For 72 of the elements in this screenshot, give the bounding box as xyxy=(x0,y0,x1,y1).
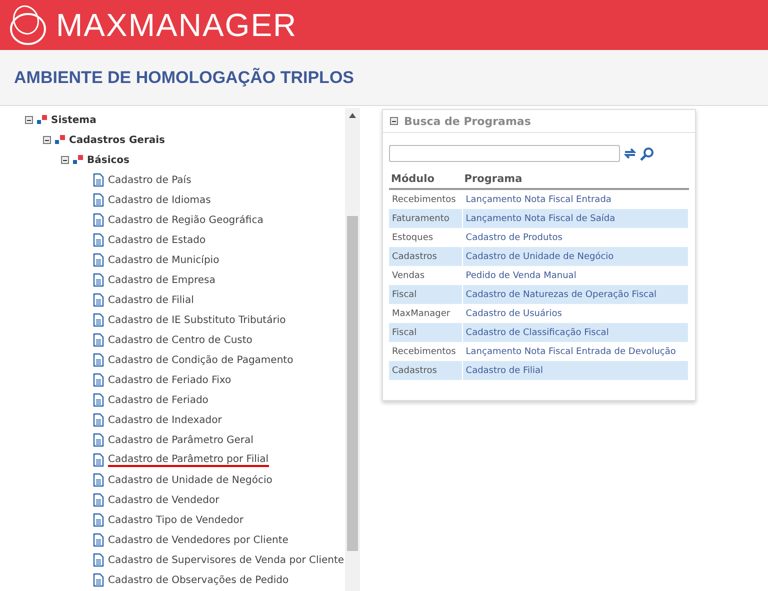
document-icon xyxy=(93,413,104,427)
document-icon xyxy=(93,253,104,267)
document-icon xyxy=(93,453,104,467)
tree-item-label[interactable]: Cadastro de Parâmetro Geral xyxy=(108,434,254,446)
document-icon xyxy=(93,573,104,587)
logo-text: MAXMANAGER xyxy=(56,9,298,41)
table-cell: Cadastros xyxy=(389,361,462,380)
tree-item-label[interactable]: Cadastro de Supervisores de Venda por Cliente xyxy=(108,554,344,566)
collapse-toggle[interactable] xyxy=(61,156,69,164)
table-cell: Cadastro de Naturezas de Operação Fiscal xyxy=(462,285,688,304)
column-header: Módulo xyxy=(389,170,462,189)
scroll-up-icon[interactable] xyxy=(349,113,356,118)
tree-item-label[interactable]: Cadastro de Região Geográfica xyxy=(108,214,264,226)
table-cell: Faturamento xyxy=(389,209,462,228)
tree-item-label[interactable]: Cadastro de Observações de Pedido xyxy=(108,574,289,586)
panel-title: Busca de Programas xyxy=(404,114,531,128)
tree-node-icon xyxy=(55,135,65,145)
tree-item-label[interactable]: Cadastro de Feriado Fixo xyxy=(108,374,232,386)
document-icon xyxy=(93,213,104,227)
document-icon xyxy=(93,433,104,447)
table-cell: Lançamento Nota Fiscal de Saída xyxy=(462,209,688,228)
tree-item-label[interactable]: Cadastro Tipo de Vendedor xyxy=(108,514,244,526)
table-cell: Cadastro de Filial xyxy=(462,361,688,380)
tree-item-label[interactable]: Cadastro de Vendedores por Cliente xyxy=(108,534,288,546)
search-icon[interactable] xyxy=(640,146,654,160)
document-icon xyxy=(93,513,104,527)
table-cell: Fiscal xyxy=(389,285,462,304)
document-icon xyxy=(93,313,104,327)
table-cell: Cadastro de Unidade de Negócio xyxy=(462,247,688,266)
document-icon xyxy=(93,493,104,507)
document-icon xyxy=(93,473,104,487)
tree-item-label[interactable]: Cadastro de Município xyxy=(108,254,220,266)
tree-item-label[interactable]: Cadastro de Indexador xyxy=(108,414,222,426)
document-icon xyxy=(93,273,104,287)
document-icon xyxy=(93,293,104,307)
table-cell: Fiscal xyxy=(389,323,462,342)
tree-item-label[interactable]: Cadastro de Empresa xyxy=(108,274,216,286)
tree-item-label[interactable]: Cadastro de Centro de Custo xyxy=(108,334,252,346)
document-icon xyxy=(93,393,104,407)
column-header: Programa xyxy=(462,170,688,189)
refresh-icon[interactable] xyxy=(624,147,636,160)
document-icon xyxy=(93,173,104,187)
document-icon xyxy=(93,553,104,567)
tree-folder-label[interactable]: Sistema xyxy=(51,114,96,126)
tree-item-label[interactable]: Cadastro de Condição de Pagamento xyxy=(108,354,294,366)
tree-item-label[interactable]: Cadastro de Feriado xyxy=(108,394,208,406)
document-icon xyxy=(93,233,104,247)
tree-item-label[interactable]: Cadastro de IE Substituto Tributário xyxy=(108,314,286,326)
tree-item-label[interactable]: Cadastro de Parâmetro por Filial xyxy=(108,454,269,466)
collapse-toggle[interactable] xyxy=(43,136,51,144)
tree-item-label[interactable]: Cadastro de Vendedor xyxy=(108,494,220,506)
tree-item-label[interactable]: Cadastro de Filial xyxy=(108,294,194,306)
table-cell: Cadastro de Classificação Fiscal xyxy=(462,323,688,342)
scrollbar[interactable] xyxy=(345,108,360,591)
tree-node-icon xyxy=(73,155,83,165)
document-icon xyxy=(93,333,104,347)
tree-node-icon xyxy=(37,115,47,125)
tree-item-label[interactable]: Cadastro de Estado xyxy=(108,234,206,246)
tree-item-label[interactable]: Cadastro de Idiomas xyxy=(108,194,211,206)
document-icon xyxy=(93,533,104,547)
collapse-toggle[interactable] xyxy=(390,117,398,125)
document-icon xyxy=(93,193,104,207)
collapse-toggle[interactable] xyxy=(25,116,33,124)
search-field[interactable] xyxy=(389,145,620,162)
page-title: AMBIENTE DE HOMOLOGAÇÃO TRIPLOS xyxy=(14,68,354,88)
tree-folder-label[interactable]: Cadastros Gerais xyxy=(69,134,166,146)
tree-item-label[interactable]: Cadastro de Unidade de Negócio xyxy=(108,474,272,486)
table-cell: Cadastros xyxy=(389,247,462,266)
tree-item-label[interactable]: Cadastro de País xyxy=(108,174,192,186)
document-icon xyxy=(93,373,104,387)
tree-folder-label[interactable]: Básicos xyxy=(87,154,130,166)
document-icon xyxy=(93,353,104,367)
